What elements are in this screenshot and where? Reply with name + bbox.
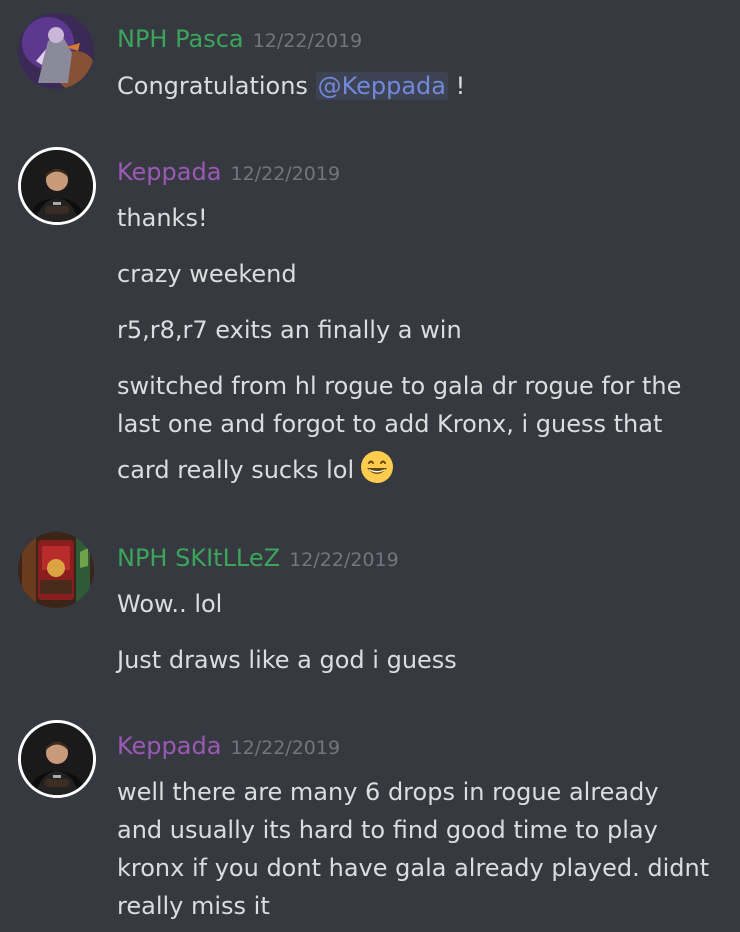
message-text: well there are many 6 drops in rogue alr… xyxy=(117,778,659,806)
username[interactable]: NPH Pasca xyxy=(117,25,244,53)
message-text-content: card really sucks lol xyxy=(117,456,355,484)
timestamp[interactable]: 12/22/2019 xyxy=(289,549,399,571)
avatar[interactable] xyxy=(18,13,94,89)
timestamp[interactable]: 12/22/2019 xyxy=(231,163,341,185)
avatar[interactable] xyxy=(18,532,94,608)
message-text-suffix: ! xyxy=(448,72,466,100)
message-text: r5,r8,r7 exits an finally a win xyxy=(117,316,462,344)
message-header: Keppada 12/22/2019 xyxy=(117,157,340,190)
message-header: Keppada 12/22/2019 xyxy=(117,731,340,764)
chat-messages: NPH Pasca 12/22/2019 Congratulations @Ke… xyxy=(0,0,740,932)
keppada-avatar-icon xyxy=(21,150,93,222)
grinning-face-emoji-icon xyxy=(360,450,394,484)
message-text: and usually its hard to find good time t… xyxy=(117,816,658,844)
message-text: Wow.. lol xyxy=(117,590,223,618)
message-text: Just draws like a god i guess xyxy=(117,646,457,674)
message-header: NPH Pasca 12/22/2019 xyxy=(117,24,362,57)
keppada-avatar-icon xyxy=(21,723,93,795)
timestamp[interactable]: 12/22/2019 xyxy=(253,30,363,52)
message-header: NPH SKItLLeZ 12/22/2019 xyxy=(117,543,399,576)
message-text: last one and forgot to add Kronx, i gues… xyxy=(117,410,663,438)
pasca-avatar-icon xyxy=(18,13,94,89)
message-text: thanks! xyxy=(117,204,208,232)
message-text: really miss it xyxy=(117,892,270,920)
message-text: kronx if you dont have gala already play… xyxy=(117,854,710,882)
username[interactable]: Keppada xyxy=(117,158,221,186)
message-text: Congratulations @Keppada ! xyxy=(117,67,465,105)
timestamp[interactable]: 12/22/2019 xyxy=(231,737,341,759)
skittlez-avatar-icon xyxy=(18,532,94,608)
username[interactable]: Keppada xyxy=(117,732,221,760)
avatar[interactable] xyxy=(18,720,96,798)
avatar[interactable] xyxy=(18,147,96,225)
username[interactable]: NPH SKItLLeZ xyxy=(117,544,280,572)
message-text: crazy weekend xyxy=(117,260,297,288)
message-text: card really sucks lol xyxy=(117,450,394,489)
message-text-prefix: Congratulations xyxy=(117,72,316,100)
user-mention[interactable]: @Keppada xyxy=(315,72,448,100)
message-text: switched from hl rogue to gala dr rogue … xyxy=(117,372,682,400)
